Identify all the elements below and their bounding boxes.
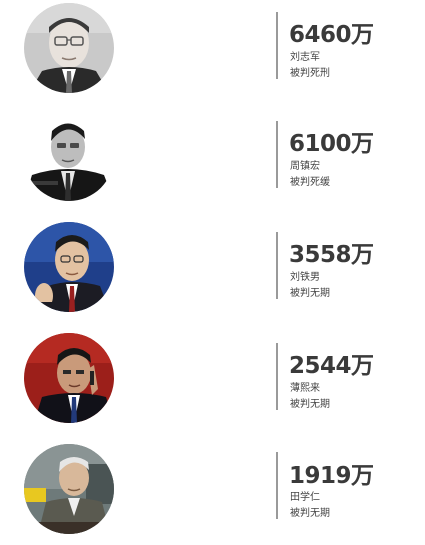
portrait-photo	[24, 333, 114, 423]
person-name: 田学仁	[290, 492, 320, 503]
divider	[276, 232, 278, 299]
portrait-photo	[24, 222, 114, 312]
list-item: 6460万 刘志军 被判死刑	[0, 0, 425, 100]
amount: 2544万	[289, 353, 374, 379]
verdict: 被判死缓	[290, 177, 330, 188]
amount: 6460万	[289, 22, 374, 48]
divider	[276, 452, 278, 519]
verdict: 被判无期	[290, 399, 330, 410]
list-item: 3558万 刘铁男 被判无期	[0, 220, 425, 320]
portrait-photo	[24, 111, 114, 201]
verdict: 被判无期	[290, 288, 330, 299]
amount: 3558万	[289, 242, 374, 268]
portrait-photo	[24, 3, 114, 93]
person-name: 周镇宏	[290, 161, 320, 172]
portrait-image	[24, 111, 114, 201]
amount: 1919万	[289, 463, 374, 489]
divider	[276, 121, 278, 188]
portrait-image	[24, 222, 114, 312]
list-item: 1919万 田学仁 被判无期	[0, 442, 425, 542]
verdict: 被判死刑	[290, 68, 330, 79]
portrait-image	[24, 3, 114, 93]
portrait-image	[24, 333, 114, 423]
portrait-photo	[24, 444, 114, 534]
divider	[276, 12, 278, 79]
divider	[276, 343, 278, 410]
portrait-image	[24, 444, 114, 534]
person-name: 刘志军	[290, 52, 320, 63]
amount: 6100万	[289, 131, 374, 157]
person-name: 刘铁男	[290, 272, 320, 283]
list-item: 2544万 薄熙来 被判无期	[0, 331, 425, 431]
list-item: 6100万 周镇宏 被判死缓	[0, 109, 425, 209]
verdict: 被判无期	[290, 508, 330, 519]
person-name: 薄熙来	[290, 383, 320, 394]
